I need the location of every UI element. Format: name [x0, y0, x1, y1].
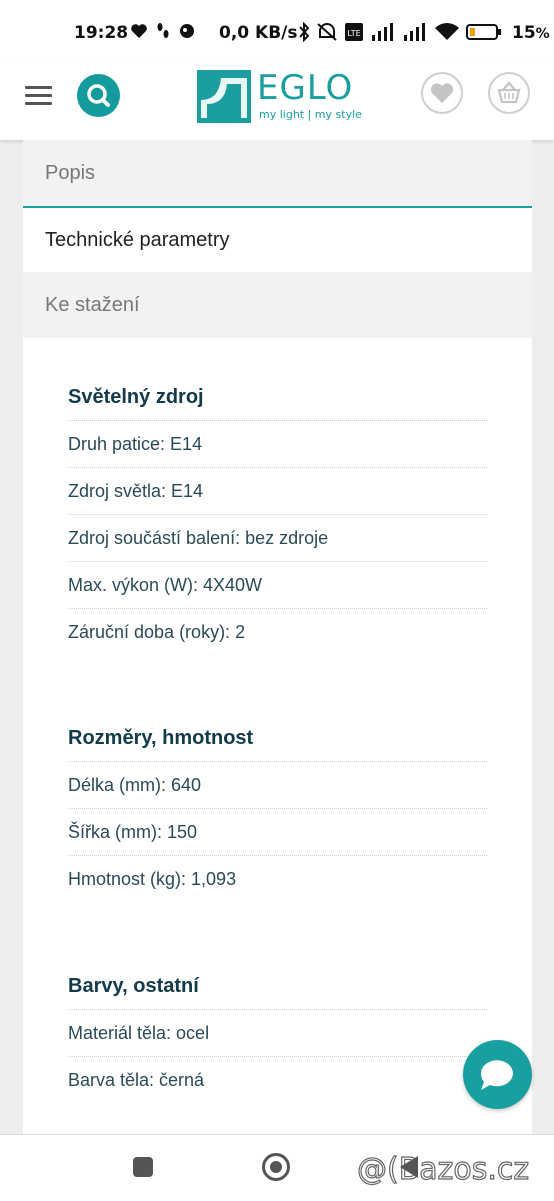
tab-label: Technické parametry	[45, 228, 230, 251]
cart-button[interactable]	[488, 72, 530, 114]
menu-icon[interactable]	[25, 84, 52, 106]
network-speed: 0,0 KB/s	[219, 23, 298, 43]
basket-icon	[497, 81, 521, 104]
param-row: Záruční doba (roky): 2	[68, 622, 246, 642]
site-header: EGLO my light | my style	[0, 62, 554, 140]
technical-parameters-panel: Světelný zdroj Druh patice: E14 Zdroj sv…	[23, 338, 532, 1138]
tab-popis[interactable]: Popis	[23, 140, 532, 206]
tab-ke-stazeni[interactable]: Ke stažení	[23, 272, 532, 338]
search-button[interactable]	[77, 74, 120, 117]
eglo-logo[interactable]: EGLO my light | my style	[197, 68, 362, 124]
param-row: Zdroj světla: E14	[68, 468, 487, 515]
battery-percent: 15	[512, 23, 536, 43]
battery-level: 15%	[512, 23, 550, 43]
section-barvy-ostatni: Barvy, ostatní Materiál těla: ocel Barva…	[68, 971, 487, 1103]
heart-icon	[430, 83, 454, 103]
param-row: Hmotnost (kg): 1,093	[68, 869, 237, 889]
battery-suffix: %	[535, 26, 550, 42]
logo-tagline: my light | my style	[259, 108, 362, 121]
tab-label: Ke stažení	[45, 293, 140, 316]
clock: 19:28	[74, 23, 129, 43]
battery-icon	[466, 24, 501, 40]
tab-technicke-parametry[interactable]: Technické parametry	[23, 206, 532, 272]
section-title: Rozměry, hmotnost	[68, 723, 487, 762]
param-row: Zdroj součástí balení: bez zdroje	[68, 515, 487, 562]
param-row: Délka (mm): 640	[68, 762, 487, 809]
logo-text: EGLO	[257, 68, 354, 108]
section-title: Světelný zdroj	[68, 382, 487, 421]
param-row: Barva těla: černá	[68, 1070, 205, 1090]
chat-button[interactable]	[463, 1040, 532, 1109]
logo-mark	[197, 70, 251, 123]
volte-icon: LTE	[345, 23, 363, 41]
bluetooth-icon	[299, 22, 310, 42]
heart-pulse-icon	[131, 24, 147, 38]
system-icons: LTE	[298, 22, 502, 42]
signal-2-icon	[404, 23, 425, 41]
recent-apps-button[interactable]	[133, 1157, 153, 1177]
section-rozmery-hmotnost: Rozměry, hmotnost Délka (mm): 640 Šířka …	[68, 723, 487, 902]
param-row: Materiál těla: ocel	[68, 1010, 487, 1057]
mute-icon	[317, 23, 337, 41]
svg-text:LTE: LTE	[347, 29, 360, 38]
chat-icon	[480, 1060, 513, 1090]
footsteps-icon	[157, 23, 169, 38]
watermark: @(Bazos.cz	[356, 1151, 530, 1187]
favorites-button[interactable]	[421, 72, 463, 114]
section-title: Barvy, ostatní	[68, 971, 487, 1010]
signal-1-icon	[372, 23, 393, 41]
param-row: Druh patice: E14	[68, 421, 487, 468]
section-svetelny-zdroj: Světelný zdroj Druh patice: E14 Zdroj sv…	[68, 382, 487, 655]
chat-bubble-icon	[180, 24, 194, 38]
product-tabs: Popis Technické parametry Ke stažení	[23, 140, 532, 338]
notification-icons	[130, 22, 196, 40]
home-button[interactable]	[262, 1153, 290, 1181]
back-button[interactable]	[400, 1156, 418, 1178]
system-nav-bar: @(Bazos.cz	[0, 1134, 554, 1201]
tab-label: Popis	[45, 161, 96, 184]
search-icon	[87, 84, 110, 107]
status-bar: 19:28 0,0 KB/s LTE 15%	[0, 0, 554, 66]
wifi-icon	[435, 23, 459, 40]
param-row: Max. výkon (W): 4X40W	[68, 562, 487, 609]
param-row: Šířka (mm): 150	[68, 809, 487, 856]
